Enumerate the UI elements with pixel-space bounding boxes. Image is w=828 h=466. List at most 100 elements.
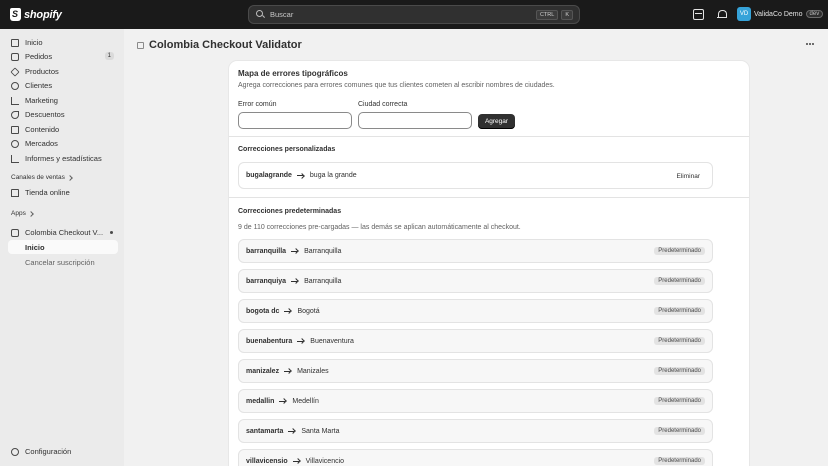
- sidebar-item-label: Descuentos: [25, 110, 65, 119]
- default-row: barranquilla Barranquilla Predeterminado: [238, 239, 713, 263]
- default-tag: Predeterminado: [654, 457, 705, 465]
- store-icon[interactable]: [693, 9, 704, 20]
- page-header: Colombia Checkout Validator: [137, 39, 302, 51]
- sidebar-item-label: Clientes: [25, 81, 53, 90]
- card-title: Mapa de errores tipográficos: [238, 69, 348, 78]
- row-to: Santa Marta: [301, 427, 340, 435]
- sidebar-item-label: Inicio: [25, 242, 45, 252]
- store-icon: [11, 188, 19, 197]
- typo-map-card: Mapa de errores tipográficos Agrega corr…: [229, 61, 749, 466]
- tag-icon: [10, 66, 20, 77]
- kbd-k: K: [561, 10, 573, 20]
- default-row: barranquiya Barranquilla Predeterminado: [238, 269, 713, 293]
- sidebar-item-label: Cancelar suscripción: [25, 257, 95, 267]
- account-menu[interactable]: VD ValidaCo Demo dev: [737, 7, 824, 21]
- row-from: medallin: [246, 397, 275, 405]
- sidebar-item-content[interactable]: Contenido: [8, 123, 118, 136]
- default-tag: Predeterminado: [654, 427, 705, 435]
- section-label-text: Apps: [11, 210, 26, 217]
- logo-text: shopify: [24, 8, 62, 21]
- row-to: Barranquilla: [304, 277, 342, 285]
- shortcut-hint: CTRL K: [535, 10, 573, 20]
- default-tag: Predeterminado: [654, 307, 705, 315]
- sidebar-item-label: Pedidos: [25, 52, 53, 61]
- app-icon: [11, 228, 19, 237]
- search-bar[interactable]: Buscar CTRL K: [248, 5, 580, 24]
- sidebar-item-markets[interactable]: Mercados: [8, 137, 118, 150]
- default-tag: Predeterminado: [654, 337, 705, 345]
- default-tag: Predeterminado: [654, 277, 705, 285]
- person-icon: [11, 81, 19, 90]
- default-tag: Predeterminado: [654, 367, 705, 375]
- sidebar-item-label: Contenido: [25, 125, 60, 134]
- globe-icon: [11, 139, 19, 148]
- sidebar-item-label: Productos: [25, 67, 59, 76]
- target-icon: [11, 96, 19, 105]
- row-to: Medellín: [292, 397, 319, 405]
- arrow-right-icon: [284, 308, 292, 314]
- arrow-right-icon: [288, 428, 296, 434]
- custom-section-title: Correcciones personalizadas: [238, 146, 336, 153]
- sidebar-item-settings[interactable]: Configuración: [8, 445, 118, 458]
- sidebar-item-analytics[interactable]: Informes y estadísticas: [8, 152, 118, 165]
- arrow-right-icon: [291, 278, 299, 284]
- divider: [229, 197, 749, 198]
- sidebar-item-label: Configuración: [25, 447, 72, 456]
- bell-icon[interactable]: [716, 9, 727, 20]
- card-subtitle: Agrega correcciones para errores comunes…: [238, 82, 555, 89]
- sidebar-subitem-app-home[interactable]: Inicio: [8, 240, 118, 254]
- gear-icon: [11, 447, 19, 456]
- default-tag: Predeterminado: [654, 247, 705, 255]
- avatar: VD: [737, 7, 751, 21]
- page-title: Colombia Checkout Validator: [149, 39, 302, 51]
- default-row: manizalez Manizales Predeterminado: [238, 359, 713, 383]
- orders-icon: [11, 52, 19, 61]
- row-to: Buenaventura: [310, 337, 354, 345]
- sidebar-item-home[interactable]: Inicio: [8, 36, 118, 49]
- sidebar-item-label: Marketing: [25, 96, 58, 105]
- row-to: Barranquilla: [304, 247, 342, 255]
- sidebar-item-app[interactable]: Colombia Checkout V...: [8, 226, 118, 239]
- section-label-text: Canales de ventas: [11, 174, 65, 181]
- sidebar-item-orders[interactable]: Pedidos 1: [8, 50, 118, 63]
- city-input[interactable]: [358, 112, 472, 129]
- apps-header[interactable]: Apps: [11, 210, 34, 217]
- default-section-desc: 9 de 110 correcciones pre-cargadas — las…: [238, 224, 521, 231]
- main-content: Colombia Checkout Validator Mapa de erro…: [124, 29, 828, 466]
- sidebar-item-label: Mercados: [25, 139, 58, 148]
- sidebar-item-marketing[interactable]: Marketing: [8, 94, 118, 107]
- row-from: barranquilla: [246, 247, 287, 255]
- default-section-title: Correcciones predeterminadas: [238, 208, 342, 215]
- row-from: buenabentura: [246, 337, 293, 345]
- default-row: buenabentura Buenaventura Predeterminado: [238, 329, 713, 353]
- row-to: buga la grande: [309, 172, 357, 179]
- dev-store-badge: dev: [805, 10, 824, 18]
- default-row: bogota dc Bogotá Predeterminado: [238, 299, 713, 323]
- shopify-bag-icon: [10, 8, 21, 21]
- custom-row: bugalagrande buga la grande Eliminar: [238, 162, 713, 189]
- top-bar: shopify Buscar CTRL K VD ValidaCo Demo d…: [0, 0, 828, 29]
- row-from: manizalez: [246, 367, 280, 375]
- shopify-logo[interactable]: shopify: [10, 8, 62, 21]
- account-name: ValidaCo Demo: [754, 10, 803, 18]
- sidebar-item-label: Inicio: [25, 38, 43, 47]
- pin-icon[interactable]: [110, 231, 113, 234]
- row-from: bogota dc: [246, 307, 280, 315]
- default-row: medallin Medellín Predeterminado: [238, 389, 713, 413]
- sidebar-subitem-cancel[interactable]: Cancelar suscripción: [8, 255, 118, 269]
- arrow-right-icon: [284, 368, 292, 374]
- error-input[interactable]: [238, 112, 352, 129]
- sidebar-item-label: Tienda online: [25, 188, 70, 197]
- sidebar-item-discounts[interactable]: Descuentos: [8, 108, 118, 121]
- sidebar-item-customers[interactable]: Clientes: [8, 79, 118, 92]
- sidebar-item-products[interactable]: Productos: [8, 65, 118, 78]
- orders-count-badge: 1: [104, 52, 114, 60]
- sales-channels-header[interactable]: Canales de ventas: [11, 174, 73, 181]
- add-button[interactable]: Agregar: [478, 114, 515, 129]
- more-actions-icon[interactable]: [806, 43, 815, 45]
- search-icon: [256, 10, 265, 19]
- sidebar-item-online-store[interactable]: Tienda online: [8, 186, 118, 199]
- row-from: barranquiya: [246, 277, 287, 285]
- delete-button[interactable]: Eliminar: [672, 171, 705, 182]
- app-icon: [137, 41, 144, 49]
